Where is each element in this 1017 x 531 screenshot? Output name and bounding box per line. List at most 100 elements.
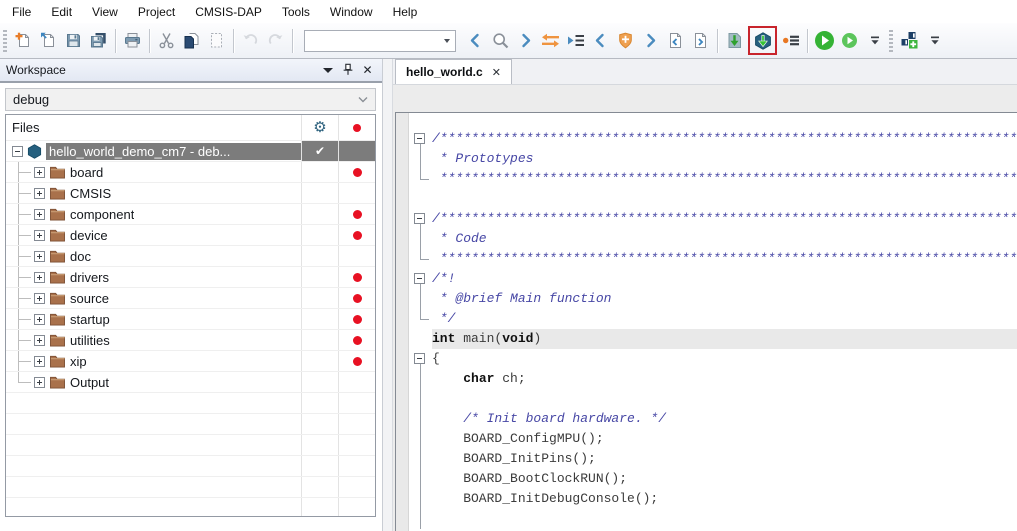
- open-file-button[interactable]: [36, 28, 61, 53]
- expand-icon[interactable]: [34, 251, 45, 262]
- fold-marker-icon[interactable]: [414, 273, 425, 284]
- save-all-button[interactable]: [86, 28, 111, 53]
- tree-item-cmsis[interactable]: CMSIS: [6, 183, 375, 204]
- fold-margin: [410, 469, 432, 489]
- next-doc-button[interactable]: [688, 28, 713, 53]
- run-small-button[interactable]: [837, 28, 862, 53]
- tree-item-xip[interactable]: xip: [6, 351, 375, 372]
- cut-button[interactable]: [154, 28, 179, 53]
- expand-icon[interactable]: [34, 272, 45, 283]
- toolbar-grip: [3, 30, 7, 52]
- redo-button[interactable]: [263, 28, 288, 53]
- tree-item-device[interactable]: device: [6, 225, 375, 246]
- panel-splitter[interactable]: [382, 59, 393, 531]
- tree-item-utilities[interactable]: utilities: [6, 330, 375, 351]
- fold-margin: [410, 149, 432, 169]
- tree-item-source[interactable]: source: [6, 288, 375, 309]
- blocks-add-button[interactable]: [897, 28, 922, 53]
- fold-marker-icon[interactable]: [414, 353, 425, 364]
- tree-rows: hello_world_demo_cm7 - deb... ✔ board CM…: [6, 141, 375, 517]
- menu-view[interactable]: View: [82, 2, 128, 22]
- code-line: BOARD_BootClockRUN();: [410, 469, 1017, 489]
- menu-edit[interactable]: Edit: [41, 2, 82, 22]
- menu-cmsis-dap[interactable]: CMSIS-DAP: [185, 2, 272, 22]
- expand-icon[interactable]: [34, 377, 45, 388]
- pin-button[interactable]: [339, 62, 356, 79]
- paste-button[interactable]: [204, 28, 229, 53]
- copy-button[interactable]: [179, 28, 204, 53]
- code-editor[interactable]: /***************************************…: [395, 112, 1017, 531]
- fold-marker-icon[interactable]: [414, 133, 425, 144]
- find-button[interactable]: [488, 28, 513, 53]
- fold-marker-icon[interactable]: [414, 213, 425, 224]
- nav-back-button[interactable]: [463, 28, 488, 53]
- expand-icon[interactable]: [34, 335, 45, 346]
- chevron-down-icon: [358, 95, 368, 104]
- fold-margin: [410, 389, 432, 409]
- tree-item-startup[interactable]: startup: [6, 309, 375, 330]
- red-dot-icon: [353, 315, 362, 324]
- files-header: Files: [12, 120, 39, 135]
- run-button[interactable]: [812, 28, 837, 53]
- expand-icon[interactable]: [34, 293, 45, 304]
- fold-margin: [410, 409, 432, 429]
- save-button[interactable]: [61, 28, 86, 53]
- expand-icon[interactable]: [34, 314, 45, 325]
- tree-empty-row: [6, 477, 375, 498]
- menu-project[interactable]: Project: [128, 2, 185, 22]
- tree-item-label: startup: [70, 312, 110, 327]
- tree-item-label: source: [70, 291, 109, 306]
- goto-list-button[interactable]: [563, 28, 588, 53]
- workspace-panel: Workspace ✕ debug: [0, 59, 382, 531]
- overflow-2-button[interactable]: [922, 28, 947, 53]
- collapse-icon[interactable]: [12, 146, 23, 157]
- expand-icon[interactable]: [34, 356, 45, 367]
- tree-item-doc[interactable]: doc: [6, 246, 375, 267]
- tree-item-project-root[interactable]: hello_world_demo_cm7 - deb... ✔: [6, 141, 375, 162]
- nav-forward-button[interactable]: [513, 28, 538, 53]
- find-icon: [492, 32, 510, 50]
- tree-item-drivers[interactable]: drivers: [6, 267, 375, 288]
- expand-icon[interactable]: [34, 188, 45, 199]
- close-icon[interactable]: ✕: [492, 66, 501, 79]
- prev-doc-button[interactable]: [663, 28, 688, 53]
- debug-without-download-button[interactable]: [778, 28, 803, 53]
- menu-file[interactable]: File: [2, 2, 41, 22]
- overflow-button[interactable]: [862, 28, 887, 53]
- undo-button[interactable]: [238, 28, 263, 53]
- download-button[interactable]: [722, 28, 747, 53]
- tree-item-component[interactable]: component: [6, 204, 375, 225]
- menu-tools[interactable]: Tools: [272, 2, 320, 22]
- print-button[interactable]: [120, 28, 145, 53]
- close-button[interactable]: ✕: [359, 62, 376, 79]
- fold-margin: [410, 129, 432, 149]
- menu-help[interactable]: Help: [383, 2, 428, 22]
- swap-arrows-button[interactable]: [538, 28, 563, 53]
- tree-connector: [12, 162, 34, 182]
- config-select[interactable]: debug: [5, 88, 376, 111]
- new-file-button[interactable]: [11, 28, 36, 53]
- menu-window[interactable]: Window: [320, 2, 383, 22]
- fold-margin: [410, 289, 432, 309]
- download-and-debug-button[interactable]: [751, 29, 774, 52]
- window-menu-button[interactable]: [319, 62, 336, 79]
- debug-without-download-icon: [782, 32, 800, 49]
- breakpoint-gutter[interactable]: [396, 113, 409, 531]
- tab-hello-world-c[interactable]: hello_world.c ✕: [395, 59, 512, 84]
- next-bookmark-button[interactable]: [638, 28, 663, 53]
- red-dot-icon: [353, 168, 362, 177]
- tree-connector: [12, 225, 34, 245]
- tree-item-board[interactable]: board: [6, 162, 375, 183]
- expand-icon[interactable]: [34, 209, 45, 220]
- expand-icon[interactable]: [34, 167, 45, 178]
- tree-item-output[interactable]: Output: [6, 372, 375, 393]
- search-combo[interactable]: [304, 30, 456, 52]
- toggle-bookmark-button[interactable]: [613, 28, 638, 53]
- paste-icon: [208, 32, 225, 49]
- code-line: * Code: [410, 229, 1017, 249]
- fold-margin: [410, 309, 432, 329]
- prev-bookmark-button[interactable]: [588, 28, 613, 53]
- expand-icon[interactable]: [34, 230, 45, 241]
- editor-spacer: [393, 85, 1017, 112]
- tree-item-label: CMSIS: [70, 186, 111, 201]
